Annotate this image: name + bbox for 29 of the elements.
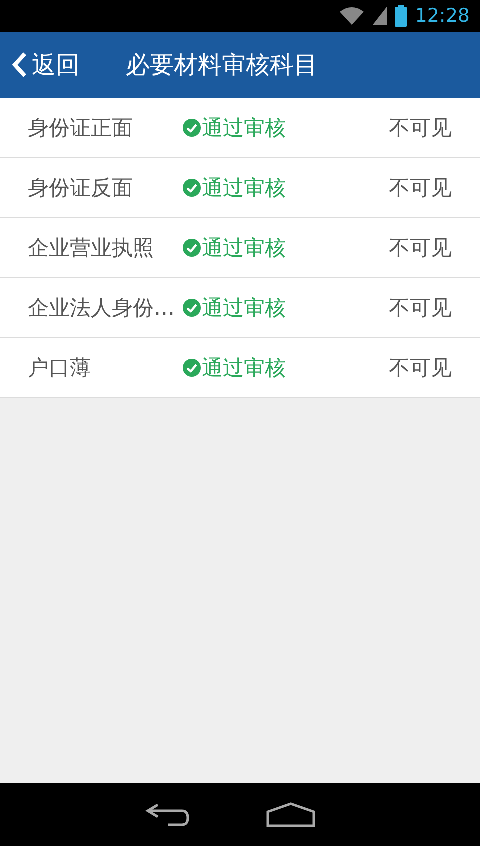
battery-icon <box>395 5 408 27</box>
check-circle-icon <box>183 358 201 376</box>
home-icon[interactable] <box>266 802 316 828</box>
check-circle-icon <box>183 238 201 256</box>
material-name: 企业营业执照 <box>28 234 155 262</box>
material-name: 身份证反面 <box>28 174 134 202</box>
material-name: 企业法人身份… <box>28 294 176 322</box>
material-name: 户口薄 <box>28 354 92 382</box>
signal-icon <box>373 7 388 25</box>
review-status: 通过审核 <box>202 294 286 322</box>
visibility-label: 不可见 <box>389 174 452 202</box>
check-circle-icon <box>183 298 201 316</box>
review-status: 通过审核 <box>202 234 286 262</box>
back-button[interactable]: 返回 <box>12 49 80 81</box>
visibility-label: 不可见 <box>389 234 452 262</box>
check-circle-icon <box>183 178 201 196</box>
material-name: 身份证正面 <box>28 114 134 142</box>
chevron-left-icon <box>12 52 28 78</box>
clock-time: 12:28 <box>415 5 470 27</box>
back-icon[interactable] <box>144 802 190 828</box>
review-status: 通过审核 <box>202 354 286 382</box>
visibility-label: 不可见 <box>389 354 452 382</box>
visibility-label: 不可见 <box>389 114 452 142</box>
review-status: 通过审核 <box>202 114 286 142</box>
wifi-icon <box>339 6 366 26</box>
page-title: 必要材料审核科目 <box>126 50 318 81</box>
check-circle-icon <box>183 118 201 136</box>
review-status: 通过审核 <box>202 174 286 202</box>
visibility-label: 不可见 <box>389 294 452 322</box>
